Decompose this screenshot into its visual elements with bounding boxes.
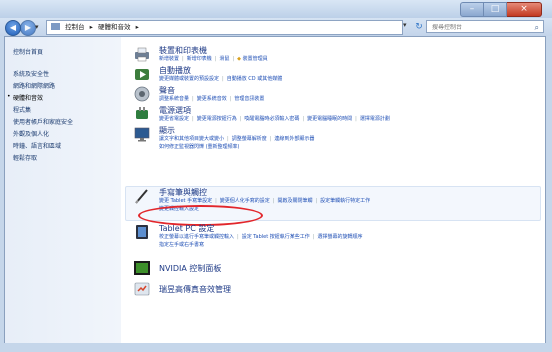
pen-icon <box>135 189 148 204</box>
sidebar-item-ease-of-access[interactable]: 輕鬆存取 <box>13 153 37 162</box>
category-title[interactable]: Tablet PC 設定 <box>159 223 214 234</box>
category-title[interactable]: 電源選項 <box>159 105 191 116</box>
link-power-button[interactable]: 變更電源按鈕行為 <box>197 116 237 122</box>
window-controls: – □ × <box>460 2 542 17</box>
link-refresh-rate[interactable]: 如何修正監視器閃爍 (重新整理頻率) <box>159 144 240 150</box>
sidebar-item-home[interactable]: 控制台首頁 <box>13 47 43 56</box>
breadcrumb-hardware-sound[interactable]: 硬體和音效 <box>98 23 131 31</box>
link-adjust-volume[interactable]: 調整系統音量 <box>159 96 189 102</box>
shield-icon: ◆ <box>237 56 241 62</box>
link-calibrate[interactable]: 校正螢幕以進行手寫筆或觸控輸入 <box>159 234 234 240</box>
tablet-icon <box>136 225 148 239</box>
power-icon <box>136 107 148 119</box>
sidebar-item-programs[interactable]: 程式集 <box>13 105 31 114</box>
category-title[interactable]: NVIDIA 控制面板 <box>159 263 221 274</box>
link-device-manager[interactable]: 裝置管理員 <box>243 56 268 62</box>
explorer-window: – □ × ◀ ▶ ▾ 控制台 ▸ 硬體和音效 ▸ ▾ ↻ ⌕ 控制台首頁 系統… <box>0 0 552 352</box>
link-autoplay-cd[interactable]: 自動播放 CD 或其他媒體 <box>227 76 283 82</box>
sidebar-item-system-security[interactable]: 系統及安全性 <box>13 69 49 78</box>
sidebar-item-user-accounts[interactable]: 使用者帳戶和家庭安全 <box>13 117 73 126</box>
link-rotation[interactable]: 選擇螢幕的旋轉順序 <box>317 234 362 240</box>
forward-button[interactable]: ▶ <box>20 20 36 36</box>
link-resolution[interactable]: 調整螢幕解析度 <box>232 136 267 142</box>
breadcrumb-chevron-icon[interactable]: ▸ <box>90 23 93 31</box>
minimize-button[interactable]: – <box>460 2 484 17</box>
link-change-sounds[interactable]: 變更系統音效 <box>197 96 227 102</box>
category-title[interactable]: 自動播放 <box>159 65 191 76</box>
category-title[interactable]: 顯示 <box>159 125 175 136</box>
category-links: 校正螢幕以進行手寫筆或觸控輸入 | 設定 Tablet 按鈕執行某些工作 | 選擇螢幕的… <box>159 234 363 240</box>
maximize-button[interactable]: □ <box>484 2 507 17</box>
link-external-display[interactable]: 連線到外部顯示器 <box>274 136 314 142</box>
category-links-row2: 指定左手或右手書寫 <box>159 241 204 248</box>
link-mouse[interactable]: 滑鼠 <box>219 56 229 62</box>
refresh-button[interactable]: ↻ <box>412 20 426 34</box>
back-button[interactable]: ◀ <box>5 20 21 36</box>
category-links: 新增裝置 | 新增印表機 | 滑鼠 | ◆ 裝置管理員 <box>159 56 268 62</box>
printer-icon <box>135 47 149 62</box>
link-handedness[interactable]: 指定左手或右手書寫 <box>159 242 204 248</box>
current-bullet-icon: • <box>7 93 11 100</box>
breadcrumb-control-panel[interactable]: 控制台 <box>65 23 85 31</box>
category-links: 變更 Tablet 手寫筆設定 | 變更個人化手寫的設定 | 開啟及關閉筆觸 | 設定筆觸執… <box>159 198 371 204</box>
search-input[interactable] <box>432 24 532 31</box>
sidebar-item-network[interactable]: 網路和網際網路 <box>13 81 55 90</box>
link-change-defaults[interactable]: 變更媒體或裝置的預設設定 <box>159 76 219 82</box>
link-tablet-pen-settings[interactable]: 變更 Tablet 手寫筆設定 <box>159 198 212 204</box>
category-title[interactable]: 瑞昱高傳真音效管理 <box>159 284 231 295</box>
address-bar[interactable]: 控制台 ▸ 硬體和音效 ▸ <box>46 20 403 35</box>
link-tablet-buttons[interactable]: 設定 Tablet 按鈕執行某些工作 <box>242 234 310 240</box>
link-power-saving[interactable]: 變更省電設定 <box>159 116 189 122</box>
search-box[interactable]: ⌕ <box>426 20 544 33</box>
category-title[interactable]: 裝置和印表機 <box>159 45 207 56</box>
title-bar: – □ × <box>0 0 552 18</box>
history-dropdown-icon[interactable]: ▾ <box>35 23 39 31</box>
speaker-icon <box>134 86 150 102</box>
category-links: 變更省電設定 | 變更電源按鈕行為 | 喚醒電腦時必須輸入密碼 | 變更電腦睡眠的時間 | 選擇… <box>159 116 390 122</box>
category-links: 調整系統音量 | 變更系統音效 | 管理音訊裝置 <box>159 96 265 102</box>
link-power-plan[interactable]: 選擇電源計劃 <box>360 116 390 122</box>
navigation-bar: ◀ ▶ ▾ 控制台 ▸ 硬體和音效 ▸ ▾ ↻ ⌕ <box>0 18 552 36</box>
bottom-border <box>0 343 552 352</box>
search-icon[interactable]: ⌕ <box>535 21 539 34</box>
link-text-size[interactable]: 讓文字和其他項目變大或變小 <box>159 136 224 142</box>
sidebar-item-clock-language[interactable]: 時鐘、語言和區域 <box>13 141 61 150</box>
sidebar-item-appearance[interactable]: 外觀及個人化 <box>13 129 49 138</box>
control-panel-icon <box>51 23 60 30</box>
content-area: 裝置和印表機 新增裝置 | 新增印表機 | 滑鼠 | ◆ 裝置管理員 自動播放 變更媒體或裝… <box>125 37 545 344</box>
close-button[interactable]: × <box>507 2 542 17</box>
monitor-icon <box>134 127 150 142</box>
category-links: 變更媒體或裝置的預設設定 | 自動播放 CD 或其他媒體 <box>159 76 283 82</box>
link-sleep-time[interactable]: 變更電腦睡眠的時間 <box>307 116 352 122</box>
breadcrumb-chevron-icon[interactable]: ▸ <box>136 23 139 31</box>
category-title[interactable]: 聲音 <box>159 85 175 96</box>
address-dropdown-icon[interactable]: ▾ <box>403 21 407 29</box>
sidebar-item-hardware-sound: • 硬體和音效 <box>7 93 44 102</box>
link-add-device[interactable]: 新增裝置 <box>159 56 179 62</box>
category-links: 讓文字和其他項目變大或變小 | 調整螢幕解析度 | 連線到外部顯示器 <box>159 136 315 142</box>
link-flicks-toggle[interactable]: 開啟及關閉筆觸 <box>277 198 312 204</box>
realtek-audio-icon <box>134 282 150 296</box>
link-add-printer[interactable]: 新增印表機 <box>187 56 212 62</box>
link-handwriting[interactable]: 變更個人化手寫的設定 <box>220 198 270 204</box>
link-manage-audio[interactable]: 管理音訊裝置 <box>234 96 264 102</box>
main-frame: 控制台首頁 系統及安全性 網路和網際網路 • 硬體和音效 程式集 使用者帳戶和家… <box>4 36 546 345</box>
autoplay-icon <box>135 69 149 80</box>
category-links-row2: 如何修正監視器閃爍 (重新整理頻率) <box>159 143 240 150</box>
link-flicks-tasks[interactable]: 設定筆觸執行特定工作 <box>320 198 370 204</box>
category-title[interactable]: 手寫筆與觸控 <box>159 187 207 198</box>
nvidia-icon <box>134 261 150 275</box>
link-password-wake[interactable]: 喚醒電腦時必須輸入密碼 <box>244 116 299 122</box>
sidebar: 控制台首頁 系統及安全性 網路和網際網路 • 硬體和音效 程式集 使用者帳戶和家… <box>5 37 121 344</box>
sidebar-item-label: 硬體和音效 <box>13 95 44 102</box>
